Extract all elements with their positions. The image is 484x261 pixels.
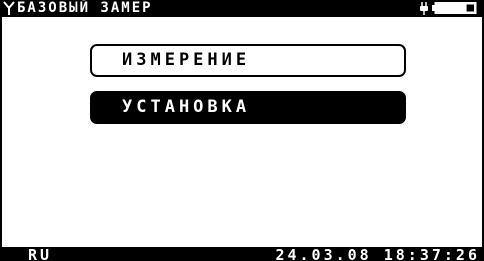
device-screen: БАЗОВЫЙ ЗАМЕР ИЗМЕРЕНИЕ УСТАНОВКА RU 24.… xyxy=(0,0,484,261)
language-indicator: RU xyxy=(28,246,53,261)
battery-icon xyxy=(432,2,477,14)
antenna-icon xyxy=(3,1,15,15)
datetime-display: 24.03.08 18:37:26 xyxy=(275,246,480,261)
menu-item-measurement[interactable]: ИЗМЕРЕНИЕ xyxy=(90,44,406,77)
menu-item-setup[interactable]: УСТАНОВКА xyxy=(90,91,406,124)
menu-item-label: ИЗМЕРЕНИЕ xyxy=(122,50,251,70)
menu-item-label: УСТАНОВКА xyxy=(122,97,251,117)
screen-title: БАЗОВЫЙ ЗАМЕР xyxy=(17,0,153,16)
status-bar: RU 24.03.08 18:37:26 xyxy=(0,247,484,261)
frame-left xyxy=(0,17,2,247)
title-bar: БАЗОВЫЙ ЗАМЕР xyxy=(0,0,484,17)
plug-icon xyxy=(420,2,428,15)
